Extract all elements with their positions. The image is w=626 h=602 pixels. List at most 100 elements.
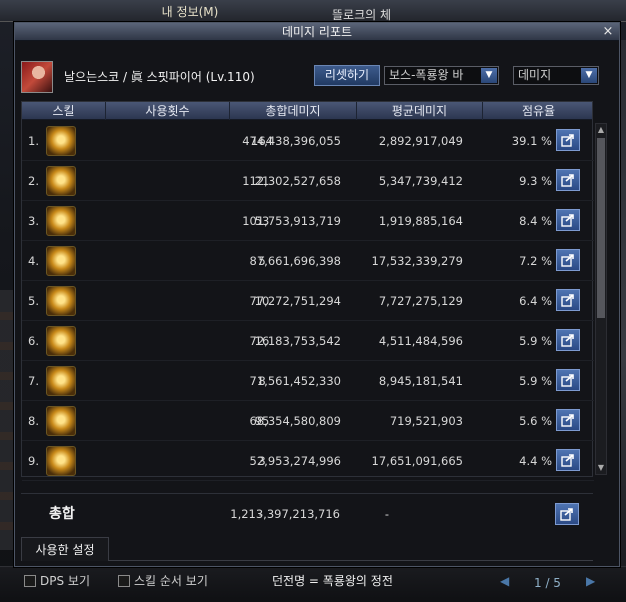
- tab-used-settings[interactable]: 사용한 설정: [21, 537, 109, 561]
- skill-icon: [46, 206, 76, 236]
- share-icon[interactable]: [556, 329, 580, 351]
- row-total: 72,183,753,542: [249, 334, 341, 348]
- row-average: 7,727,275,129: [378, 294, 463, 308]
- row-average: 17,532,339,279: [371, 254, 463, 268]
- skill-table: 스킬 사용횟수 총합데미지 평균데미지 점유율 1. 164 474,438,396…: [21, 101, 594, 481]
- character-portrait: [21, 61, 53, 93]
- row-share: 5.6 %: [519, 414, 552, 428]
- dps-toggle[interactable]: DPS 보기: [24, 572, 90, 590]
- dps-checkbox[interactable]: [24, 575, 36, 587]
- row-rank: 3.: [28, 214, 39, 228]
- row-share: 8.4 %: [519, 214, 552, 228]
- table-scrollbar[interactable]: ▲ ▼: [595, 123, 607, 475]
- row-rank: 6.: [28, 334, 39, 348]
- row-total: 112,302,527,658: [242, 174, 341, 188]
- row-rank: 4.: [28, 254, 39, 268]
- dungeon-label: 던전명 = 폭룡왕의 정전: [272, 574, 393, 588]
- table-row: 8. 95 68,354,580,809 719,521,903 5.6 %: [22, 401, 594, 441]
- table-row: 7. 8 71,561,452,330 8,945,181,541 5.9 %: [22, 361, 594, 401]
- skill-icon: [46, 286, 76, 316]
- skill-icon: [46, 246, 76, 276]
- column-count[interactable]: 사용횟수: [106, 102, 230, 120]
- page-indicator: 1 / 5: [534, 576, 561, 590]
- row-share: 9.3 %: [519, 174, 552, 188]
- share-icon[interactable]: [556, 289, 580, 311]
- row-share: 6.4 %: [519, 294, 552, 308]
- row-total: 87,661,696,398: [249, 254, 341, 268]
- share-icon[interactable]: [556, 449, 580, 471]
- damage-report-dialog: 데미지 리포트 × 날으는스코 / 眞 스핏파이어 (Lv.110) 리셋하기 …: [14, 22, 620, 567]
- share-icon[interactable]: [556, 209, 580, 231]
- row-share: 4.4 %: [519, 454, 552, 468]
- metric-select-value: 데미지: [518, 68, 552, 82]
- skill-order-label: 스킬 순서 보기: [134, 574, 208, 588]
- skill-icon: [46, 126, 76, 156]
- column-skill[interactable]: 스킬: [22, 102, 106, 120]
- skill-icon: [46, 166, 76, 196]
- skill-order-checkbox[interactable]: [118, 575, 130, 587]
- row-total: 101,753,913,719: [242, 214, 341, 228]
- skill-icon: [46, 446, 76, 476]
- skill-icon: [46, 366, 76, 396]
- report-header: 날으는스코 / 眞 스핏파이어 (Lv.110) 리셋하기 보스-폭룡왕 바 ▼…: [21, 61, 613, 93]
- dialog-titlebar[interactable]: 데미지 리포트 ×: [15, 23, 619, 41]
- row-total: 68,354,580,809: [249, 414, 341, 428]
- row-total: 474,438,396,055: [242, 134, 341, 148]
- share-icon[interactable]: [556, 169, 580, 191]
- column-average[interactable]: 평균데미지: [357, 102, 483, 120]
- row-average: 719,521,903: [389, 414, 463, 428]
- row-rank: 7.: [28, 374, 39, 388]
- skill-icon: [46, 326, 76, 356]
- boss-select-value: 보스-폭룡왕 바: [389, 68, 464, 82]
- share-icon[interactable]: [556, 409, 580, 431]
- row-total: 71,561,452,330: [249, 374, 341, 388]
- row-share: 39.1 %: [511, 134, 552, 148]
- row-rank: 2.: [28, 174, 39, 188]
- reset-button[interactable]: 리셋하기: [314, 65, 380, 86]
- table-row: 9. 3 52,953,274,996 17,651,091,665 4.4 %: [22, 441, 594, 481]
- row-average: 2,892,917,049: [378, 134, 463, 148]
- skill-icon: [46, 406, 76, 436]
- scroll-thumb[interactable]: [597, 138, 605, 318]
- share-icon[interactable]: [556, 129, 580, 151]
- table-row: 2. 21 112,302,527,658 5,347,739,412 9.3 %: [22, 161, 594, 201]
- row-average: 5,347,739,412: [378, 174, 463, 188]
- share-icon[interactable]: [556, 369, 580, 391]
- tab-divider: [109, 560, 593, 561]
- table-row: 3. 53 101,753,913,719 1,919,885,164 8.4 %: [22, 201, 594, 241]
- total-row: 총합 - 1,213,397,213,716 -: [21, 493, 593, 533]
- row-average: 17,651,091,665: [371, 454, 463, 468]
- row-rank: 5.: [28, 294, 39, 308]
- row-share: 5.9 %: [519, 374, 552, 388]
- chevron-down-icon: ▼: [581, 68, 597, 83]
- background-label: 뜰로크의 체: [332, 8, 392, 22]
- table-row: 5. 10 77,272,751,294 7,727,275,129 6.4 %: [22, 281, 594, 321]
- total-label: 총합: [49, 506, 75, 522]
- share-icon[interactable]: [556, 249, 580, 271]
- page-next-icon[interactable]: ▶: [586, 574, 600, 588]
- character-name: 날으는스코 / 眞 스핏파이어 (Lv.110): [64, 70, 255, 84]
- row-share: 5.9 %: [519, 334, 552, 348]
- scroll-up-icon[interactable]: ▲: [596, 124, 606, 136]
- dialog-title: 데미지 리포트: [281, 25, 353, 39]
- table-row: 4. 5 87,661,696,398 17,532,339,279 7.2 %: [22, 241, 594, 281]
- share-icon[interactable]: [555, 503, 579, 525]
- row-total: 77,272,751,294: [249, 294, 341, 308]
- column-share[interactable]: 점유율: [483, 102, 594, 120]
- row-total: 52,953,274,996: [249, 454, 341, 468]
- close-icon[interactable]: ×: [601, 23, 615, 41]
- boss-select[interactable]: 보스-폭룡왕 바 ▼: [384, 66, 499, 85]
- scroll-down-icon[interactable]: ▼: [596, 462, 606, 474]
- total-average: -: [384, 507, 390, 521]
- row-share: 7.2 %: [519, 254, 552, 268]
- row-average: 1,919,885,164: [378, 214, 463, 228]
- table-header: 스킬 사용횟수 총합데미지 평균데미지 점유율: [22, 102, 592, 120]
- column-total[interactable]: 총합데미지: [230, 102, 357, 120]
- chevron-down-icon: ▼: [481, 68, 497, 83]
- table-row: 1. 164 474,438,396,055 2,892,917,049 39.1 %: [22, 121, 594, 161]
- background-window-title: 내 정보(M): [161, 5, 219, 19]
- row-rank: 8.: [28, 414, 39, 428]
- metric-select[interactable]: 데미지 ▼: [513, 66, 599, 85]
- page-prev-icon[interactable]: ◀: [500, 574, 514, 588]
- skill-order-toggle[interactable]: 스킬 순서 보기: [118, 572, 208, 590]
